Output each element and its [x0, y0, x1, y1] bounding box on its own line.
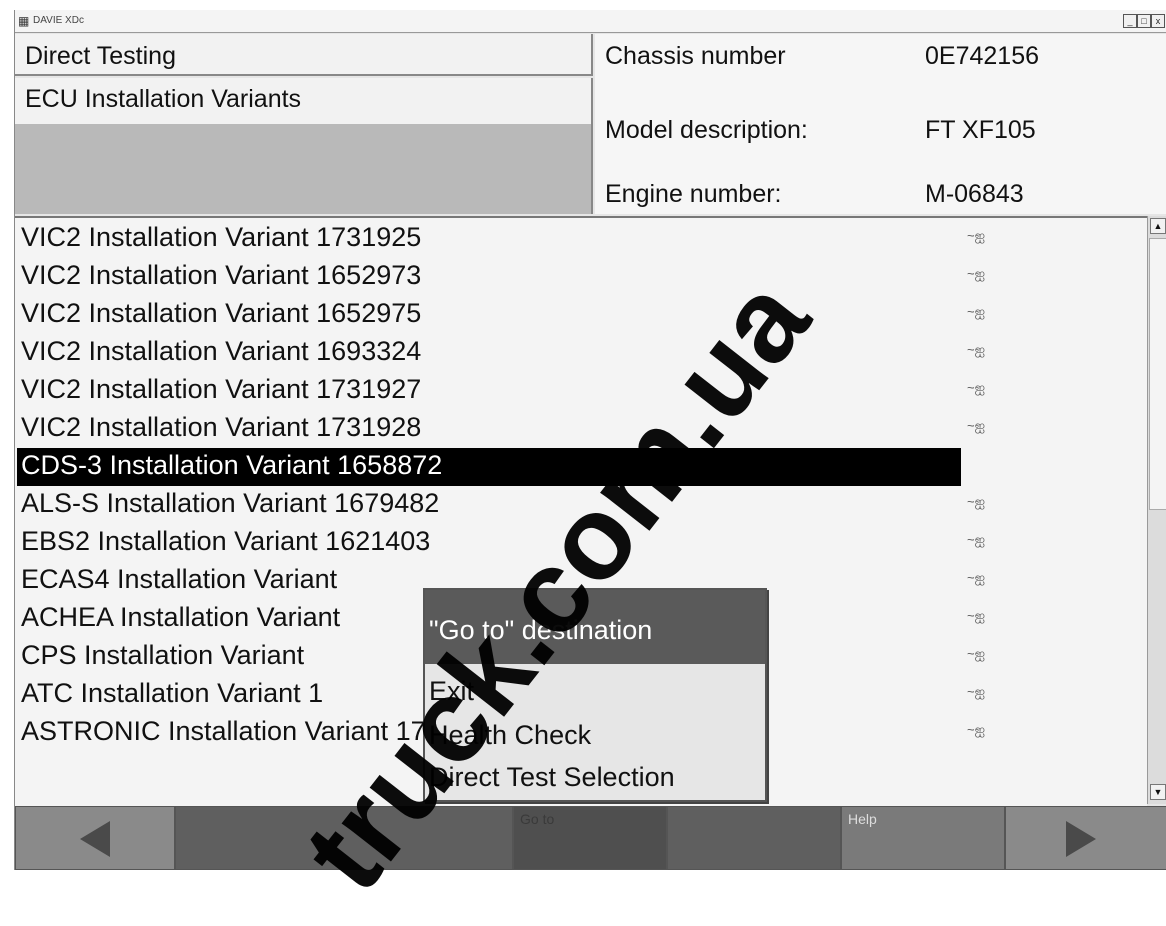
- connector-icon: ~ஐ: [967, 380, 986, 395]
- vertical-scrollbar[interactable]: ▲ ▼: [1147, 216, 1166, 804]
- header-empty-cell: [15, 124, 593, 214]
- list-item[interactable]: VIC2 Installation Variant 1731925 ~ஐ: [15, 220, 1147, 258]
- chassis-value: 0E742156: [925, 42, 1040, 70]
- header-subsection: ECU Installation Variants: [15, 78, 593, 124]
- connector-icon: ~ஐ: [967, 684, 986, 699]
- list-item-selected[interactable]: CDS-3 Installation Variant 1658872: [15, 448, 1147, 486]
- list-item[interactable]: VIC2 Installation Variant 1731928 ~ஐ: [15, 410, 1147, 448]
- scroll-thumb[interactable]: [1149, 238, 1166, 510]
- arrow-right-icon: [1066, 821, 1096, 857]
- goto-button[interactable]: Go to: [513, 806, 667, 870]
- back-button[interactable]: [15, 806, 175, 870]
- engine-value: M-06843: [925, 180, 1024, 208]
- list-item-label: VIC2 Installation Variant 1731927: [21, 374, 422, 404]
- connector-icon: ~ஐ: [967, 228, 986, 243]
- forward-button[interactable]: [1005, 806, 1166, 870]
- connector-icon: ~ஐ: [967, 418, 986, 433]
- maximize-button[interactable]: □: [1137, 14, 1151, 28]
- list-item-label: EBS2 Installation Variant 1621403: [21, 526, 431, 556]
- close-button[interactable]: x: [1151, 14, 1165, 28]
- goto-label: Go to: [520, 811, 555, 827]
- chassis-label: Chassis number: [605, 42, 786, 70]
- help-button[interactable]: Help: [841, 806, 1005, 870]
- window-title: DAVIE XDc: [33, 15, 84, 26]
- list-item[interactable]: VIC2 Installation Variant 1652973 ~ஐ: [15, 258, 1147, 296]
- connector-icon: ~ஐ: [967, 342, 986, 357]
- popup-item-exit[interactable]: Exit: [429, 676, 474, 707]
- model-label: Model description:: [605, 116, 808, 144]
- connector-icon: ~ஐ: [967, 532, 986, 547]
- connector-icon: ~ஐ: [967, 570, 986, 585]
- list-item-label: ATC Installation Variant 1: [21, 678, 324, 708]
- list-item-label: ACHEA Installation Variant: [21, 602, 341, 632]
- popup-item-health-check[interactable]: Health Check: [429, 720, 591, 751]
- header-section-title: Direct Testing: [15, 34, 593, 76]
- app-window: ▦ DAVIE XDc _ □ x Direct Testing ECU Ins…: [14, 10, 1166, 870]
- list-item-label: CDS-3 Installation Variant 1658872: [21, 450, 443, 480]
- title-bar: ▦ DAVIE XDc _ □ x: [15, 10, 1166, 33]
- scroll-down-button[interactable]: ▼: [1150, 784, 1166, 800]
- connector-icon: ~ஐ: [967, 494, 986, 509]
- help-label: Help: [848, 811, 877, 827]
- list-item-label: ALS-S Installation Variant 1679482: [21, 488, 440, 518]
- section-title: Direct Testing: [25, 42, 176, 70]
- goto-destination-popup: "Go to" destination Exit Health Check Di…: [423, 588, 767, 802]
- list-item-label: VIC2 Installation Variant 1652973: [21, 260, 422, 290]
- list-item[interactable]: ALS-S Installation Variant 1679482 ~ஐ: [15, 486, 1147, 524]
- list-item-label: ECAS4 Installation Variant: [21, 564, 338, 594]
- list-item-label: VIC2 Installation Variant 1731928: [21, 412, 422, 442]
- empty-button-1[interactable]: [175, 806, 513, 870]
- scroll-up-button[interactable]: ▲: [1150, 218, 1166, 234]
- app-icon: ▦: [18, 14, 30, 28]
- popup-title: "Go to" destination: [425, 590, 765, 664]
- connector-icon: ~ஐ: [967, 304, 986, 319]
- connector-icon: ~ஐ: [967, 646, 986, 661]
- popup-item-direct-test-selection[interactable]: Direct Test Selection: [429, 762, 675, 793]
- model-value: FT XF105: [925, 116, 1036, 144]
- list-item-label: VIC2 Installation Variant 1693324: [21, 336, 422, 366]
- list-item[interactable]: VIC2 Installation Variant 1652975 ~ஐ: [15, 296, 1147, 334]
- arrow-left-icon: [80, 821, 110, 857]
- list-item-label: VIC2 Installation Variant 1731925: [21, 222, 422, 252]
- connector-icon: ~ஐ: [967, 608, 986, 623]
- list-item[interactable]: VIC2 Installation Variant 1693324 ~ஐ: [15, 334, 1147, 372]
- list-item[interactable]: EBS2 Installation Variant 1621403 ~ஐ: [15, 524, 1147, 562]
- list-item-label: CPS Installation Variant: [21, 640, 305, 670]
- minimize-button[interactable]: _: [1123, 14, 1137, 28]
- engine-label: Engine number:: [605, 180, 782, 208]
- empty-button-2[interactable]: [667, 806, 841, 870]
- list-item-label: VIC2 Installation Variant 1652975: [21, 298, 422, 328]
- connector-icon: ~ஐ: [967, 266, 986, 281]
- vehicle-info: Chassis number 0E742156 Model descriptio…: [595, 34, 1166, 214]
- bottom-toolbar: Go to Help: [15, 806, 1166, 870]
- connector-icon: ~ஐ: [967, 722, 986, 737]
- list-item[interactable]: VIC2 Installation Variant 1731927 ~ஐ: [15, 372, 1147, 410]
- subsection-title: ECU Installation Variants: [25, 85, 302, 113]
